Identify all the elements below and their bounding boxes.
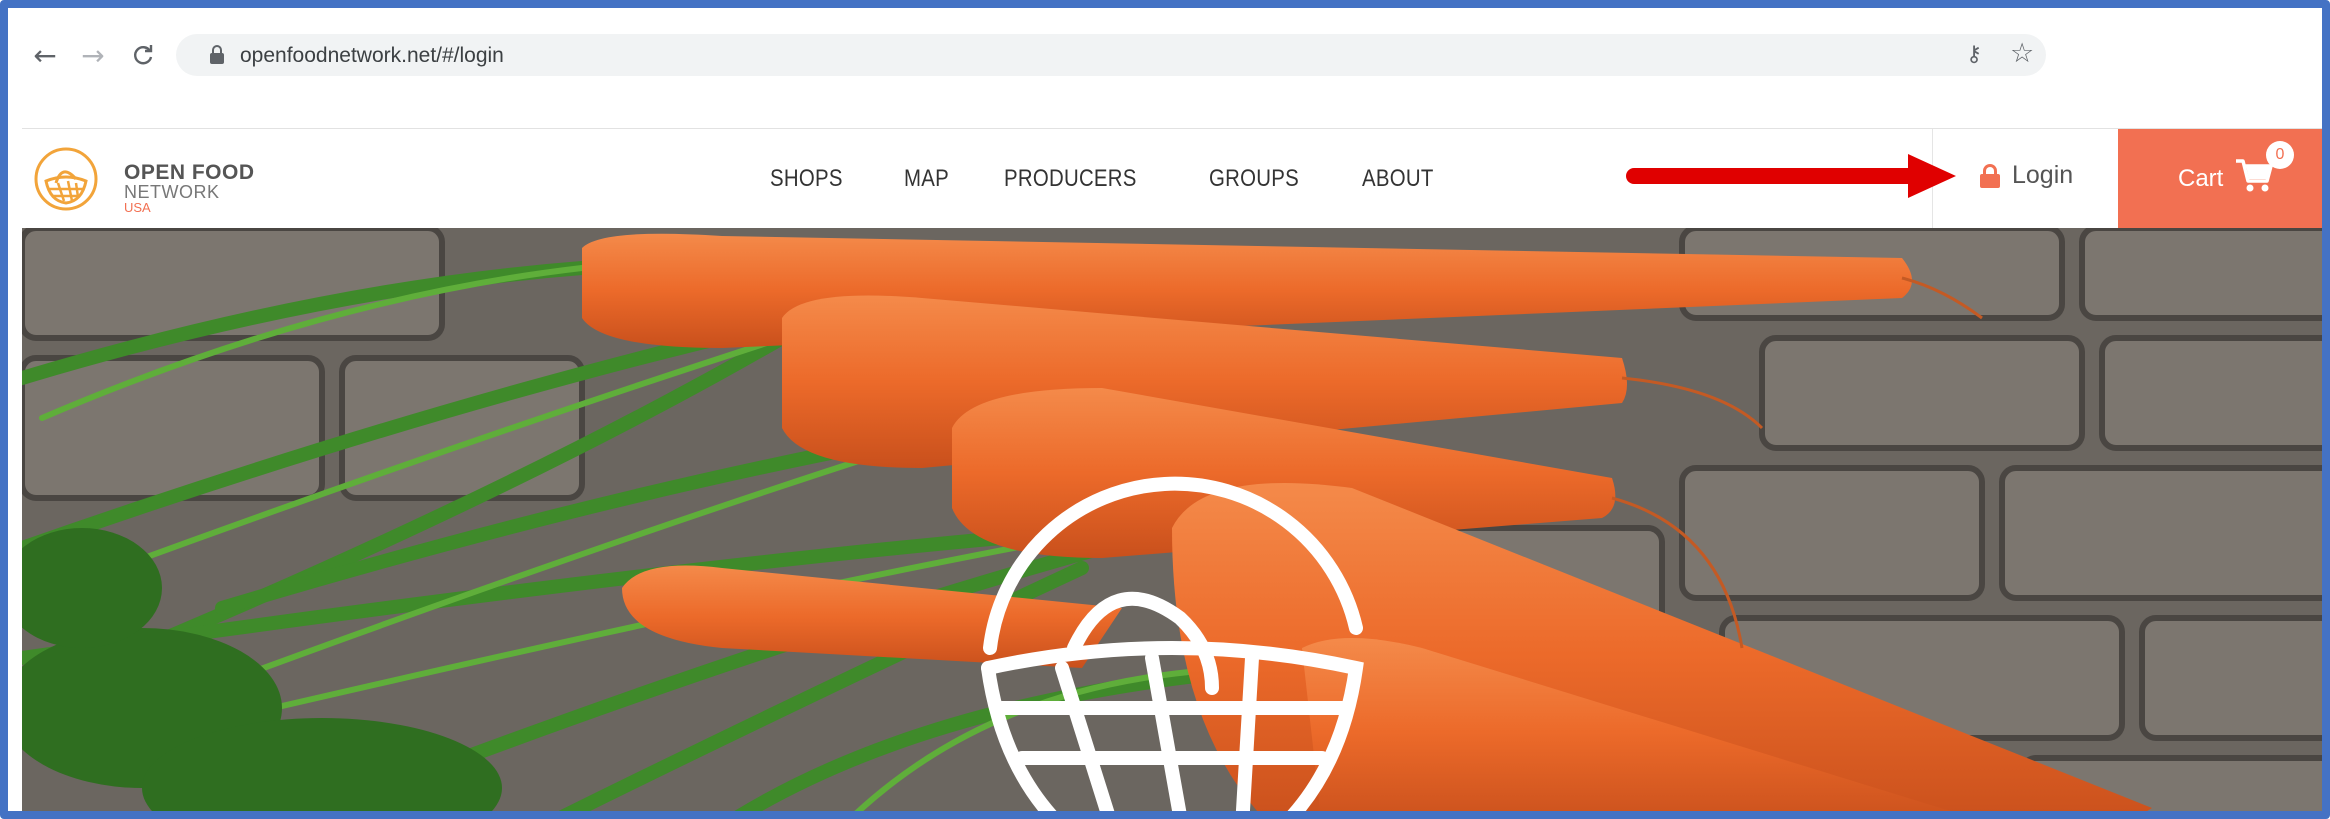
- nav-producers[interactable]: PRODUCERS: [1004, 165, 1137, 193]
- address-bar[interactable]: openfoodnetwork.net/#/login ⚷ ☆: [176, 34, 2046, 76]
- secure-lock-icon[interactable]: [210, 45, 224, 65]
- hero-image: [22, 228, 2322, 811]
- nav-about[interactable]: ABOUT: [1362, 165, 1434, 193]
- site-logo[interactable]: OPEN FOOD NETWORK USA: [32, 143, 272, 215]
- screenshot-frame: ← → openfoodnetwork.net/#/login ⚷ ☆ OPEN…: [0, 0, 2330, 819]
- logo-text-line3: USA: [124, 200, 151, 215]
- main-nav: SHOPS MAP PRODUCERS GROUPS ABOUT: [770, 165, 1447, 193]
- site-header: OPEN FOOD NETWORK USA SHOPS MAP PRODUCER…: [22, 128, 2322, 229]
- annotation-arrow: [1626, 154, 1956, 198]
- browser-toolbar: ← → openfoodnetwork.net/#/login ⚷ ☆: [22, 22, 2322, 114]
- reload-icon[interactable]: [126, 38, 160, 72]
- basket-logo-icon: [34, 147, 98, 211]
- logo-text-line2: NETWORK: [124, 182, 220, 202]
- forward-icon[interactable]: →: [76, 38, 110, 72]
- reload-glyph: [134, 45, 153, 65]
- nav-shops[interactable]: SHOPS: [770, 165, 843, 193]
- bookmark-star-icon[interactable]: ☆: [2010, 38, 2034, 69]
- cart-count-badge: 0: [2266, 141, 2294, 169]
- cart-button[interactable]: Cart 0: [2118, 129, 2322, 229]
- login-button[interactable]: Login: [1980, 161, 2073, 190]
- key-icon[interactable]: ⚷: [1966, 42, 1982, 67]
- lock-icon: [1980, 163, 2000, 188]
- carrots-illustration: [22, 228, 2322, 811]
- back-icon[interactable]: ←: [28, 38, 62, 72]
- nav-map[interactable]: MAP: [904, 165, 949, 193]
- url-text[interactable]: openfoodnetwork.net/#/login: [240, 44, 504, 68]
- logo-text-line1: OPEN FOOD: [124, 161, 255, 184]
- cart-label: Cart: [2178, 165, 2224, 192]
- login-label: Login: [2012, 161, 2074, 189]
- nav-groups[interactable]: GROUPS: [1209, 165, 1299, 193]
